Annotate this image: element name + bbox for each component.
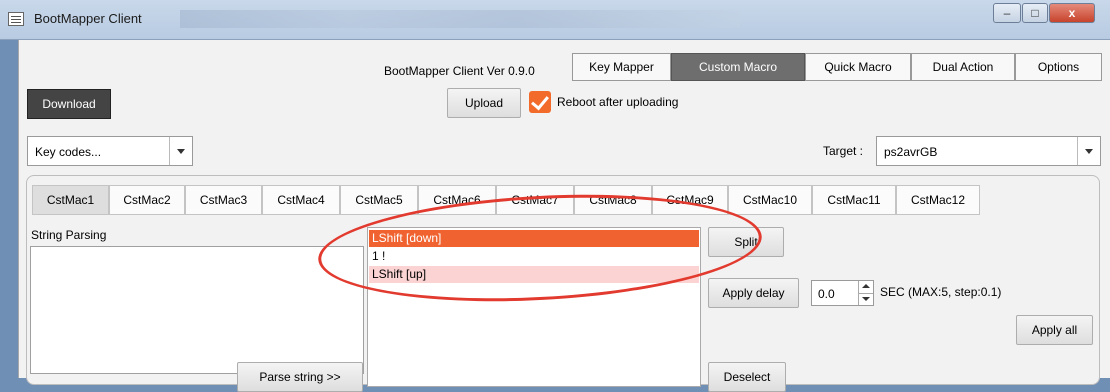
deselect-button[interactable]: Deselect — [708, 362, 786, 392]
upload-button[interactable]: Upload — [447, 88, 521, 118]
apply-all-button[interactable]: Apply all — [1016, 315, 1093, 345]
reboot-label: Reboot after uploading — [557, 95, 679, 109]
keycodes-value: Key codes... — [35, 145, 102, 159]
delay-value: 0.0 — [818, 287, 835, 301]
chevron-down-icon — [1077, 137, 1100, 165]
string-parsing-label: String Parsing — [31, 228, 107, 242]
tab-options[interactable]: Options — [1015, 53, 1102, 81]
macro-tab-4[interactable]: CstMac4 — [262, 185, 340, 215]
target-dropdown[interactable]: ps2avrGB — [876, 136, 1101, 166]
macro-tab-1[interactable]: CstMac1 — [32, 185, 109, 215]
maximize-button[interactable]: □ — [1022, 3, 1048, 23]
delay-hint: SEC (MAX:5, step:0.1) — [880, 285, 1002, 299]
tab-quick-macro[interactable]: Quick Macro — [805, 53, 911, 81]
macro-tab-5[interactable]: CstMac5 — [340, 185, 418, 215]
macro-tab-10[interactable]: CstMac10 — [728, 185, 812, 215]
version-label: BootMapper Client Ver 0.9.0 — [384, 64, 535, 78]
macro-tab-12[interactable]: CstMac12 — [896, 185, 980, 215]
title-bar[interactable]: BootMapper Client – □ x — [0, 0, 1110, 40]
macro-tab-3[interactable]: CstMac3 — [185, 185, 262, 215]
apply-delay-button[interactable]: Apply delay — [708, 278, 799, 308]
macro-tab-11[interactable]: CstMac11 — [812, 185, 896, 215]
decrement-icon[interactable] — [858, 293, 873, 305]
download-button[interactable]: Download — [27, 89, 111, 119]
parse-string-button[interactable]: Parse string >> — [237, 362, 363, 392]
window-title: BootMapper Client — [34, 11, 142, 26]
macro-tab-2[interactable]: CstMac2 — [109, 185, 185, 215]
delay-spinner[interactable]: 0.0 — [811, 280, 874, 306]
close-button[interactable]: x — [1049, 3, 1095, 23]
keycodes-dropdown[interactable]: Key codes... — [27, 136, 193, 166]
tab-key-mapper[interactable]: Key Mapper — [572, 53, 671, 81]
tab-custom-macro[interactable]: Custom Macro — [671, 53, 805, 81]
target-value: ps2avrGB — [884, 145, 938, 159]
title-bar-background — [180, 10, 740, 28]
tab-dual-action[interactable]: Dual Action — [911, 53, 1015, 81]
target-label: Target : — [823, 144, 864, 158]
chevron-down-icon — [169, 137, 192, 165]
minimize-button[interactable]: – — [993, 3, 1021, 23]
string-input[interactable] — [30, 246, 364, 374]
reboot-checkbox[interactable] — [529, 91, 551, 113]
app-icon — [8, 12, 24, 26]
